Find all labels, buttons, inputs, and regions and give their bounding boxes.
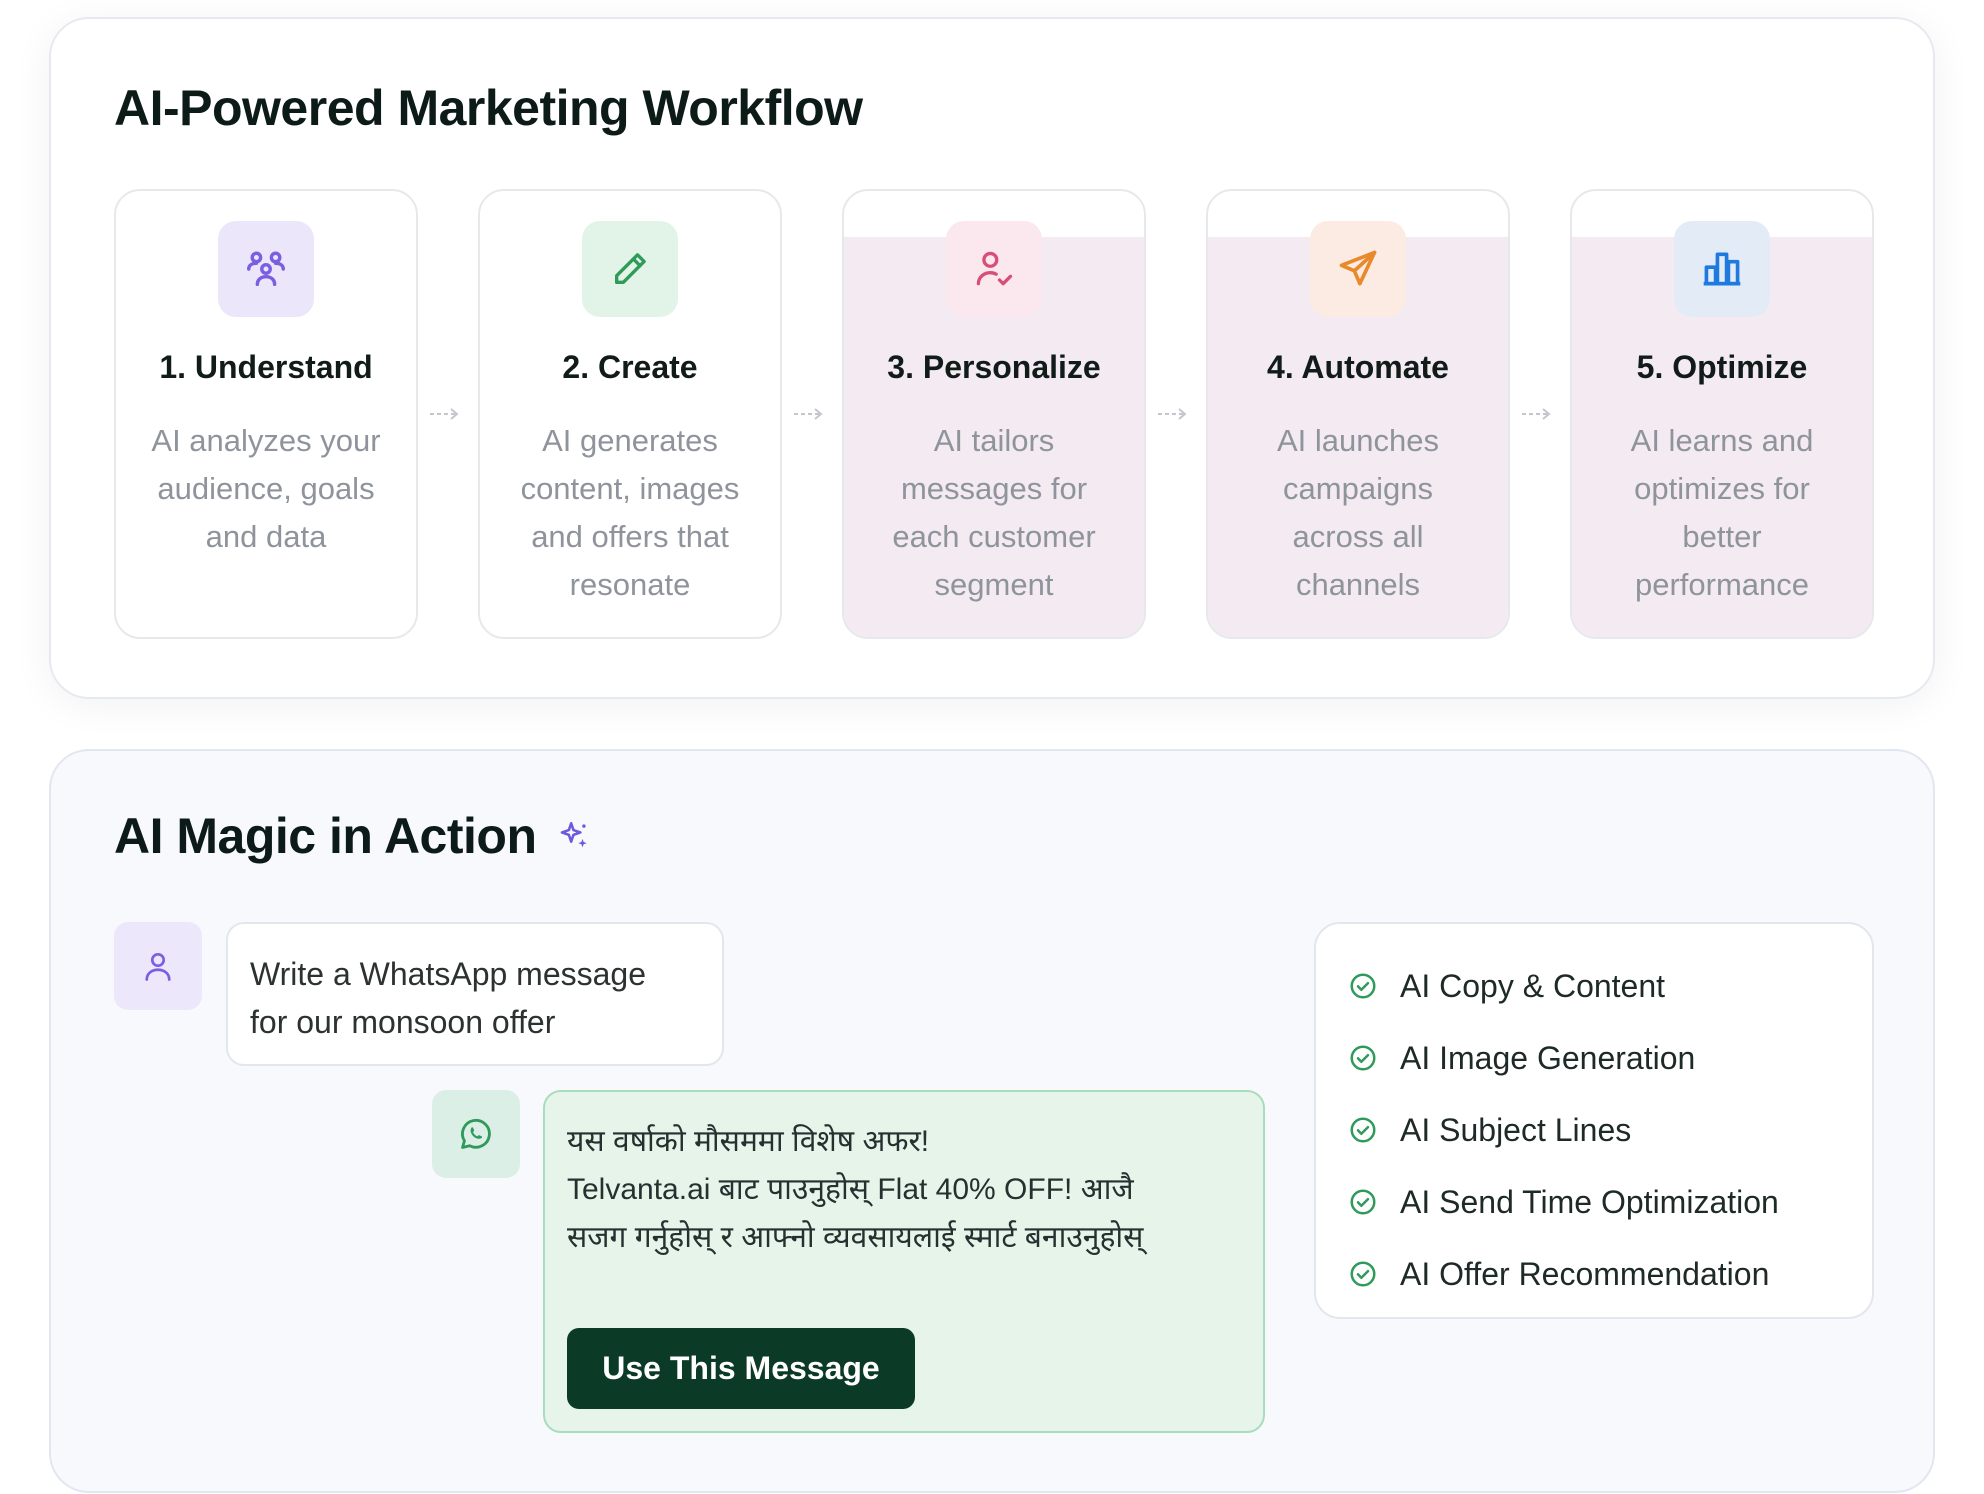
send-icon	[1310, 221, 1406, 317]
step-title: 3. Personalize	[887, 349, 1101, 385]
step-desc-line: AI learns and	[1630, 423, 1814, 458]
user-message-line: for our monsoon offer	[250, 1004, 556, 1040]
feature-label: AI Send Time Optimization	[1400, 1183, 1779, 1220]
feature-item: AI Offer Recommendation	[1348, 1238, 1840, 1310]
step-desc-line: audience, goals	[157, 471, 375, 506]
arrow-right-icon	[430, 408, 459, 420]
whatsapp-icon	[461, 1118, 491, 1149]
step-desc-line: optimizes for	[1634, 471, 1810, 506]
ai-message-line: Telvanta.ai बाट पाउनुहोस् Flat 40% OFF! …	[567, 1173, 1134, 1206]
user-avatar	[114, 922, 202, 1010]
check-circle-icon	[1350, 1045, 1376, 1071]
ai-message-line: यस वर्षाको मौसममा विशेष अफर!	[567, 1125, 930, 1158]
step-title: 1. Understand	[159, 349, 373, 385]
step-desc-line: AI tailors	[933, 423, 1055, 458]
step-desc-line: and data	[205, 519, 327, 554]
check-circle-icon	[1350, 973, 1376, 999]
ai-magic-title: AI Magic in Action	[114, 807, 591, 865]
arrow-right-icon	[794, 408, 823, 420]
step-create: 2. Create AI generates content, images a…	[478, 189, 782, 639]
step-desc-line: AI launches	[1277, 423, 1439, 458]
arrow-right-icon	[1158, 408, 1187, 420]
whatsapp-avatar	[432, 1090, 520, 1178]
step-automate: 4. Automate AI launches campaigns across…	[1206, 189, 1510, 639]
step-desc-line: AI generates	[542, 423, 718, 458]
step-desc-line: and offers that	[531, 519, 729, 554]
check-circle-icon	[1350, 1189, 1376, 1215]
step-optimize: 5. Optimize AI learns and optimizes for …	[1570, 189, 1874, 639]
step-desc-line: better	[1682, 519, 1762, 554]
use-this-message-button[interactable]: Use This Message	[567, 1328, 915, 1409]
check-circle-icon	[1350, 1261, 1376, 1287]
step-description: AI analyzes your audience, goals and dat…	[134, 417, 398, 561]
step-understand: 1. Understand AI analyzes your audience,…	[114, 189, 418, 639]
step-description: AI launches campaigns across all channel…	[1226, 417, 1490, 609]
step-description: AI generates content, images and offers …	[498, 417, 762, 609]
step-desc-line: campaigns	[1283, 471, 1433, 506]
check-circle-icon	[1350, 1117, 1376, 1143]
feature-item: AI Subject Lines	[1348, 1094, 1840, 1166]
step-description: AI tailors messages for each customer se…	[862, 417, 1126, 609]
feature-label: AI Offer Recommendation	[1400, 1255, 1770, 1292]
step-desc-line: performance	[1634, 567, 1810, 602]
step-description: AI learns and optimizes for better perfo…	[1590, 417, 1854, 609]
feature-label: AI Subject Lines	[1400, 1111, 1632, 1148]
step-title: 4. Automate	[1267, 349, 1449, 385]
step-personalize: 3. Personalize AI tailors messages for e…	[842, 189, 1146, 639]
feature-item: AI Image Generation	[1348, 1022, 1840, 1094]
users-icon	[218, 221, 314, 317]
step-title: 2. Create	[562, 349, 698, 385]
user-icon	[145, 952, 171, 981]
user-message-line: Write a WhatsApp message	[250, 956, 647, 992]
feature-item: AI Copy & Content	[1348, 950, 1840, 1022]
bar-chart-icon	[1674, 221, 1770, 317]
step-desc-line: across all	[1292, 519, 1424, 554]
ai-message-line: सजग गर्नुहोस् र आफ्नो व्यवसायलाई स्मार्ट…	[567, 1221, 1144, 1254]
ai-magic-card: AI Magic in Action Write a WhatsApp mess…	[49, 749, 1935, 1493]
arrow-right-icon	[1522, 408, 1551, 420]
step-desc-line: resonate	[569, 567, 691, 602]
step-desc-line: AI analyzes your	[151, 423, 381, 458]
step-desc-line: channels	[1295, 567, 1421, 602]
feature-item: AI Send Time Optimization	[1348, 1166, 1840, 1238]
feature-label: AI Image Generation	[1400, 1039, 1696, 1076]
ai-message-bubble: यस वर्षाको मौसममा विशेष अफर! Telvanta.ai…	[543, 1090, 1265, 1433]
step-desc-line: messages for	[900, 471, 1088, 506]
workflow-title: AI-Powered Marketing Workflow	[114, 80, 863, 136]
ai-features-panel: AI Copy & Content AI Image Generation AI…	[1314, 922, 1874, 1319]
user-check-icon	[946, 221, 1042, 317]
workflow-steps: 1. Understand AI analyzes your audience,…	[114, 189, 1874, 639]
sparkles-icon	[560, 821, 587, 848]
step-desc-line: each customer	[892, 519, 1096, 554]
feature-label: AI Copy & Content	[1400, 967, 1666, 1004]
step-title: 5. Optimize	[1636, 349, 1808, 385]
step-desc-line: content, images	[520, 471, 740, 506]
step-desc-line: segment	[934, 567, 1054, 602]
ai-magic-title-text: AI Magic in Action	[114, 808, 537, 864]
pencil-icon	[582, 221, 678, 317]
workflow-card: AI-Powered Marketing Workflow 1. Underst…	[49, 17, 1935, 699]
user-message-bubble: Write a WhatsApp message for our monsoon…	[226, 922, 724, 1066]
